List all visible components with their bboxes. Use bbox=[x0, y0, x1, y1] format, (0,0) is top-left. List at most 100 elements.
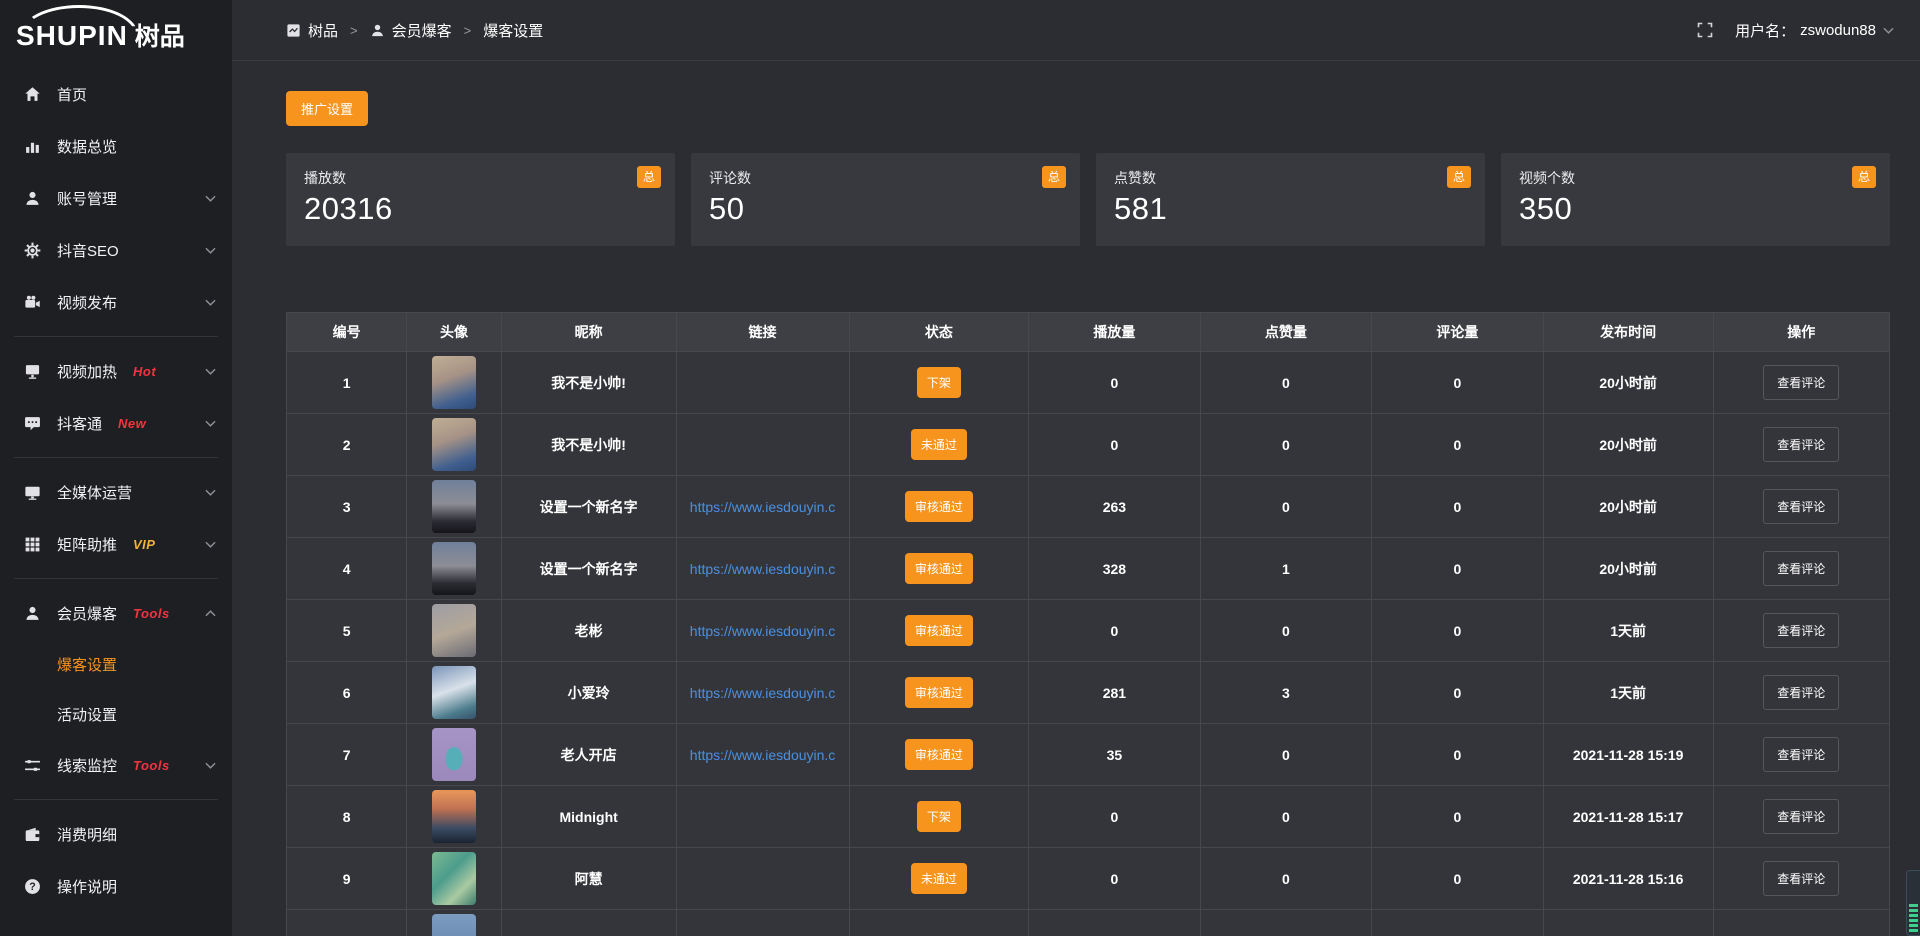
sidebar-item-2[interactable]: 数据总览 bbox=[0, 120, 232, 172]
sidebar-item-badge: VIP bbox=[133, 537, 155, 552]
table-row: 1我不是小帅!下架00020小时前查看评论 bbox=[287, 352, 1890, 414]
status-button[interactable]: 下架 bbox=[917, 367, 961, 398]
sidebar-subitem[interactable]: 爆客设置 bbox=[0, 639, 232, 689]
status-button[interactable]: 下架 bbox=[917, 801, 961, 832]
cell-plays: 0 bbox=[1029, 600, 1201, 662]
fullscreen-icon[interactable] bbox=[1697, 22, 1713, 38]
sidebar-item-13[interactable]: ?操作说明 bbox=[0, 860, 232, 912]
sidebar-item-3[interactable]: 账号管理 bbox=[0, 172, 232, 224]
stat-card-3: 点赞数581总 bbox=[1096, 153, 1485, 246]
view-comments-button[interactable]: 查看评论 bbox=[1763, 737, 1839, 772]
total-badge[interactable]: 总 bbox=[1447, 166, 1471, 188]
cell-comments: 0 bbox=[1372, 848, 1544, 910]
username: zswodun88 bbox=[1800, 22, 1876, 39]
cell-plays: 0 bbox=[1029, 414, 1201, 476]
cell-avatar bbox=[407, 786, 502, 848]
sidebar-item-4[interactable]: 抖音SEO bbox=[0, 224, 232, 276]
sidebar-item-12[interactable]: 消费明细 bbox=[0, 808, 232, 860]
cell-comments bbox=[1372, 910, 1544, 936]
view-comments-button[interactable]: 查看评论 bbox=[1763, 489, 1839, 524]
view-comments-button[interactable]: 查看评论 bbox=[1763, 675, 1839, 710]
sidebar-item-8[interactable]: 全媒体运营 bbox=[0, 466, 232, 518]
user-menu[interactable]: 用户名： zswodun88 bbox=[1735, 20, 1894, 41]
breadcrumb-item-1[interactable]: 树品 bbox=[286, 20, 338, 41]
cell-action: 查看评论 bbox=[1713, 538, 1889, 600]
cell-status: 下架 bbox=[849, 786, 1029, 848]
sidebar-item-5[interactable]: 视频发布 bbox=[0, 276, 232, 328]
avatar bbox=[432, 542, 476, 595]
scroll-widget[interactable] bbox=[1906, 870, 1920, 936]
breadcrumb-item-3[interactable]: 爆客设置 bbox=[483, 20, 543, 41]
video-link[interactable]: https://www.iesdouyin.c bbox=[681, 499, 845, 515]
breadcrumb: 树品>会员爆客>爆客设置 bbox=[286, 20, 543, 41]
status-button[interactable]: 审核通过 bbox=[905, 615, 973, 646]
cell-likes: 0 bbox=[1200, 414, 1372, 476]
promote-settings-button[interactable]: 推广设置 bbox=[286, 91, 368, 126]
wallet-icon bbox=[24, 825, 42, 843]
status-button[interactable]: 未通过 bbox=[911, 863, 967, 894]
sidebar-subitem[interactable]: 活动设置 bbox=[0, 689, 232, 739]
video-link[interactable]: https://www.iesdouyin.c bbox=[681, 561, 845, 577]
breadcrumb-separator: > bbox=[464, 23, 472, 38]
video-link[interactable]: https://www.iesdouyin.c bbox=[681, 623, 845, 639]
total-badge[interactable]: 总 bbox=[1852, 166, 1876, 188]
sidebar-item-9[interactable]: 矩阵助推 VIP bbox=[0, 518, 232, 570]
camera-icon bbox=[24, 293, 42, 311]
breadcrumb-item-2[interactable]: 会员爆客 bbox=[370, 20, 452, 41]
stat-card-value: 20316 bbox=[304, 191, 657, 227]
video-link[interactable]: https://www.iesdouyin.c bbox=[681, 747, 845, 763]
logo[interactable]: SHUPIN 树品 bbox=[0, 0, 232, 58]
sidebar: SHUPIN 树品 首页数据总览账号管理抖音SEO视频发布视频加热Hot抖客通N… bbox=[0, 0, 232, 936]
cell-status: 审核通过 bbox=[849, 476, 1029, 538]
status-button[interactable]: 审核通过 bbox=[905, 491, 973, 522]
table-row: 3设置一个新名字https://www.iesdouyin.c审核通过26300… bbox=[287, 476, 1890, 538]
cell-time: 20小时前 bbox=[1543, 352, 1713, 414]
sidebar-item-label: 矩阵助推 bbox=[57, 534, 117, 555]
user-icon bbox=[24, 604, 42, 622]
view-comments-button[interactable]: 查看评论 bbox=[1763, 551, 1839, 586]
cell-status: 未通过 bbox=[849, 848, 1029, 910]
cell-link: https://www.iesdouyin.c bbox=[676, 476, 849, 538]
cell-status: 审核通过 bbox=[849, 662, 1029, 724]
view-comments-button[interactable]: 查看评论 bbox=[1763, 427, 1839, 462]
cell-nickname: 小爱玲 bbox=[501, 662, 676, 724]
records-table: 编号头像昵称链接状态播放量点赞量评论量发布时间操作 1我不是小帅!下架00020… bbox=[286, 312, 1890, 936]
sidebar-item-badge: New bbox=[118, 416, 146, 431]
view-comments-button[interactable]: 查看评论 bbox=[1763, 613, 1839, 648]
sidebar-item-11[interactable]: 线索监控Tools bbox=[0, 739, 232, 791]
cell-action: 查看评论 bbox=[1713, 848, 1889, 910]
chat-icon bbox=[24, 414, 42, 432]
status-button[interactable]: 未通过 bbox=[911, 429, 967, 460]
view-comments-button[interactable]: 查看评论 bbox=[1763, 799, 1839, 834]
avatar bbox=[432, 790, 476, 843]
status-button[interactable]: 审核通过 bbox=[905, 553, 973, 584]
avatar bbox=[432, 914, 476, 936]
sidebar-item-10[interactable]: 会员爆客Tools bbox=[0, 587, 232, 639]
video-link[interactable]: https://www.iesdouyin.c bbox=[681, 685, 845, 701]
sidebar-item-1[interactable]: 首页 bbox=[0, 68, 232, 120]
cell-link bbox=[676, 848, 849, 910]
sliders-icon bbox=[24, 756, 42, 774]
user-label: 用户名： bbox=[1735, 20, 1795, 41]
cell-action: 查看评论 bbox=[1713, 724, 1889, 786]
help-icon: ? bbox=[24, 877, 42, 895]
cell-id: 2 bbox=[287, 414, 407, 476]
cell-id: 9 bbox=[287, 848, 407, 910]
cell-likes: 0 bbox=[1200, 786, 1372, 848]
status-button[interactable]: 审核通过 bbox=[905, 677, 973, 708]
view-comments-button[interactable]: 查看评论 bbox=[1763, 861, 1839, 896]
sidebar-item-6[interactable]: 视频加热Hot bbox=[0, 345, 232, 397]
cell-id: 7 bbox=[287, 724, 407, 786]
status-button[interactable]: 审核通过 bbox=[905, 739, 973, 770]
monitor-icon bbox=[24, 483, 42, 501]
view-comments-button[interactable]: 查看评论 bbox=[1763, 365, 1839, 400]
cell-comments: 0 bbox=[1372, 414, 1544, 476]
cell-link: https://www.iesdouyin.c bbox=[676, 724, 849, 786]
total-badge[interactable]: 总 bbox=[637, 166, 661, 188]
column-header: 编号 bbox=[287, 313, 407, 352]
avatar bbox=[432, 480, 476, 533]
scroll-widget-stripes bbox=[1909, 904, 1918, 932]
sidebar-item-7[interactable]: 抖客通New bbox=[0, 397, 232, 449]
cell-id: 8 bbox=[287, 786, 407, 848]
total-badge[interactable]: 总 bbox=[1042, 166, 1066, 188]
